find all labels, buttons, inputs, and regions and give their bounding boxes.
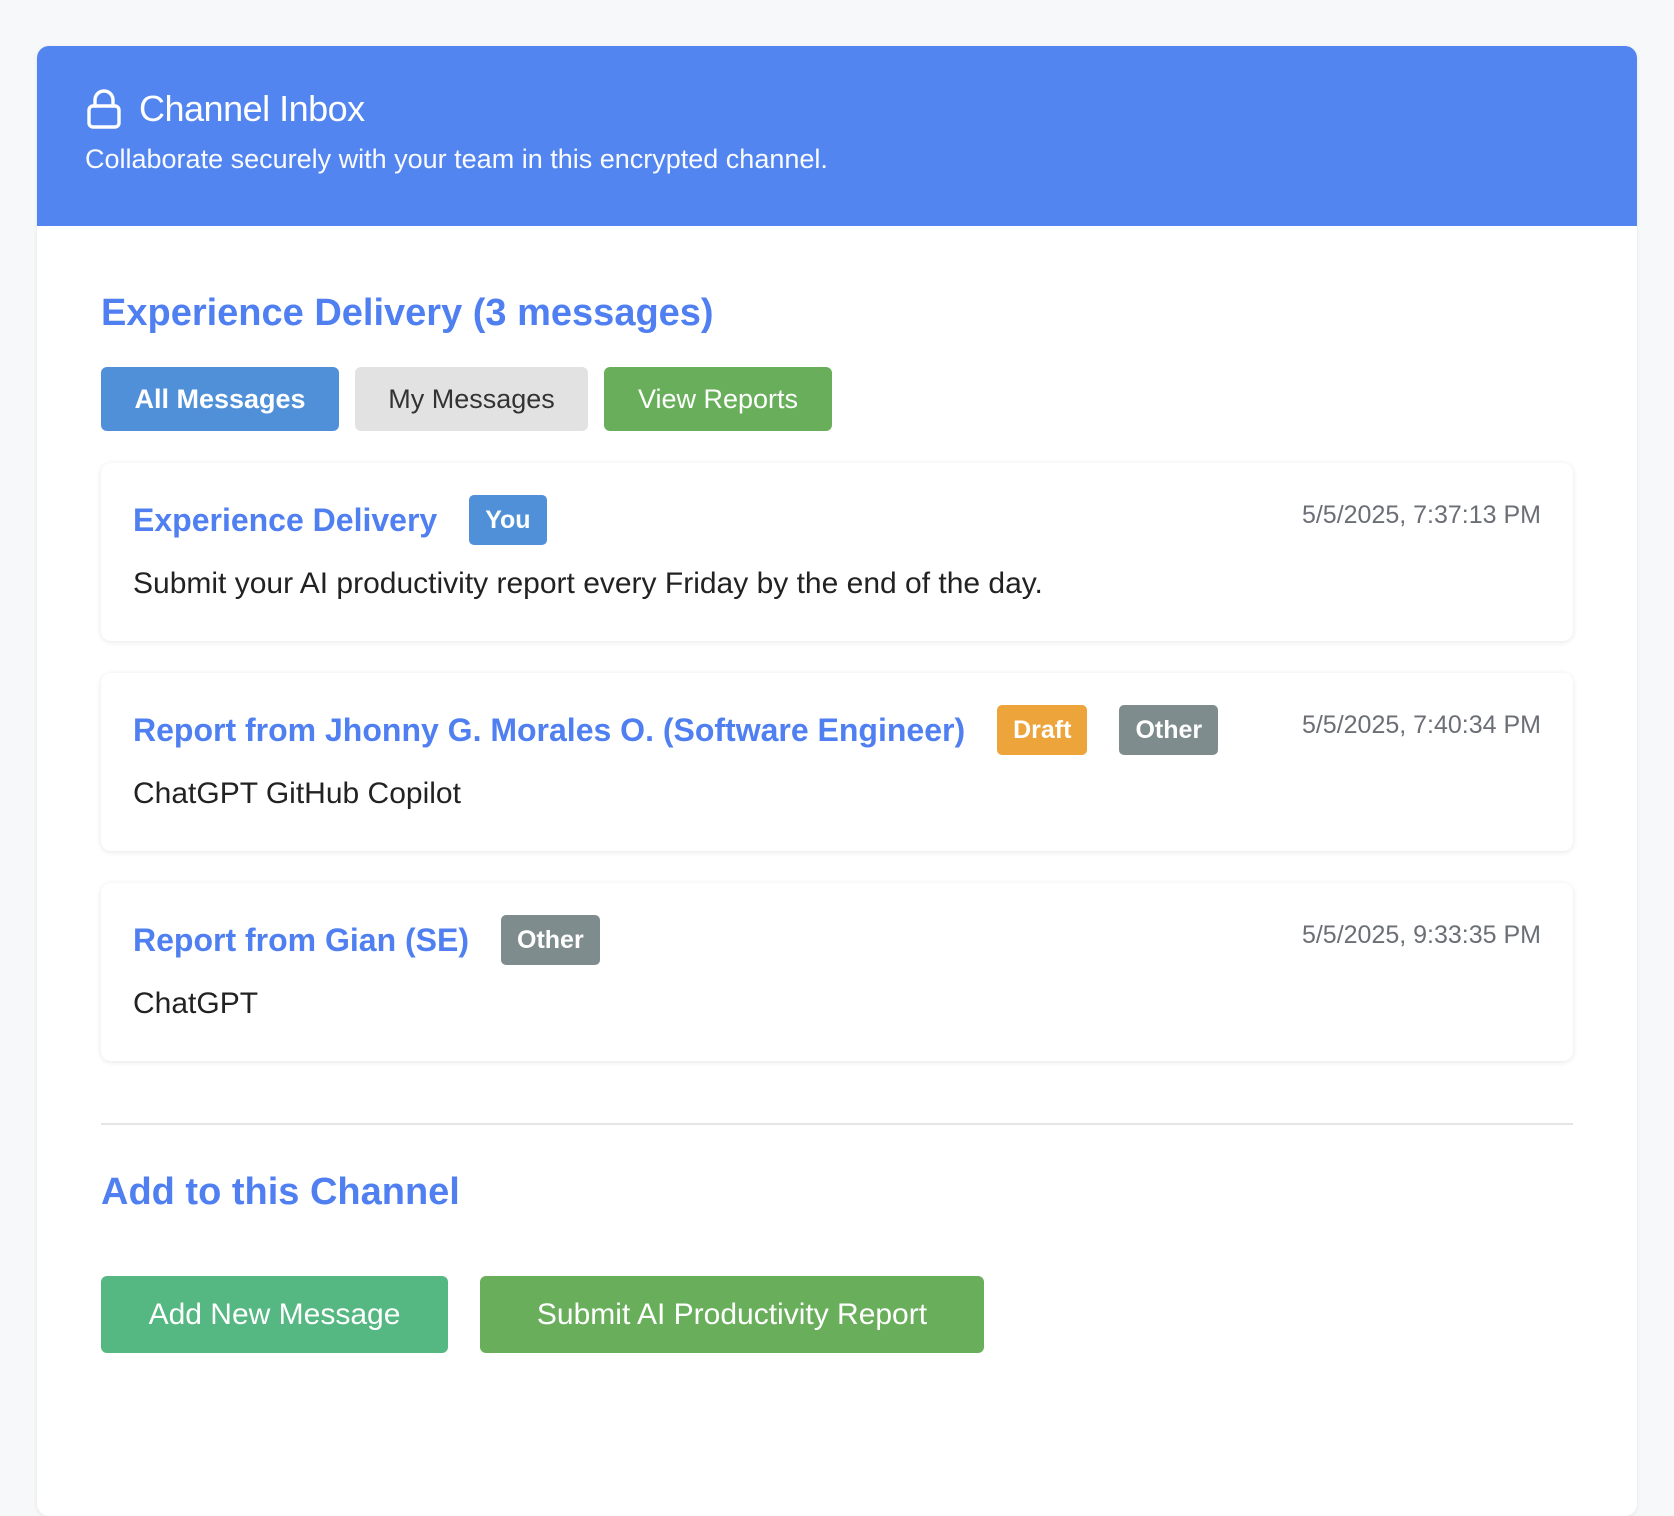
message-card[interactable]: Report from Jhonny G. Morales O. (Softwa… [101, 673, 1573, 851]
you-badge: You [469, 495, 547, 545]
channel-header: Channel Inbox Collaborate securely with … [37, 46, 1637, 226]
all-messages-button[interactable]: All Messages [101, 367, 339, 431]
channel-title: Experience Delivery (3 messages) [101, 292, 714, 334]
message-body: ChatGPT GitHub Copilot [133, 777, 461, 810]
filter-bar: All Messages My Messages View Reports [101, 367, 1573, 431]
add-actions: Add New Message Submit AI Productivity R… [101, 1276, 1573, 1353]
message-title: Report from Gian (SE) [133, 921, 470, 958]
message-body: ChatGPT [133, 987, 259, 1020]
message-card[interactable]: Report from Gian (SE) Other 5/5/2025, 9:… [101, 883, 1573, 1061]
message-card[interactable]: Experience Delivery You 5/5/2025, 7:37:1… [101, 463, 1573, 641]
header-title-row: Channel Inbox [85, 46, 1589, 130]
message-body: Submit your AI productivity report every… [133, 567, 1043, 600]
channel-card: Channel Inbox Collaborate securely with … [37, 46, 1637, 1516]
draft-badge: Draft [997, 705, 1088, 755]
message-list: Experience Delivery You 5/5/2025, 7:37:1… [101, 463, 1573, 1061]
other-badge: Other [1119, 705, 1219, 755]
add-section-title: Add to this Channel [101, 1171, 460, 1213]
channel-content: Experience Delivery (3 messages) All Mes… [37, 226, 1637, 1353]
message-title: Report from Jhonny G. Morales O. (Softwa… [133, 711, 966, 748]
other-badge: Other [501, 915, 600, 965]
lock-icon [85, 88, 123, 130]
submit-report-button[interactable]: Submit AI Productivity Report [480, 1276, 984, 1353]
message-timestamp: 5/5/2025, 7:37:13 PM [1301, 501, 1541, 529]
my-messages-button[interactable]: My Messages [355, 367, 588, 431]
message-timestamp: 5/5/2025, 9:33:35 PM [1301, 921, 1541, 949]
page-subtitle: Collaborate securely with your team in t… [85, 144, 828, 174]
page-title: Channel Inbox [139, 88, 365, 129]
view-reports-button[interactable]: View Reports [604, 367, 832, 431]
message-timestamp: 5/5/2025, 7:40:34 PM [1301, 711, 1541, 739]
add-new-message-button[interactable]: Add New Message [101, 1276, 448, 1353]
message-title: Experience Delivery [133, 501, 438, 538]
